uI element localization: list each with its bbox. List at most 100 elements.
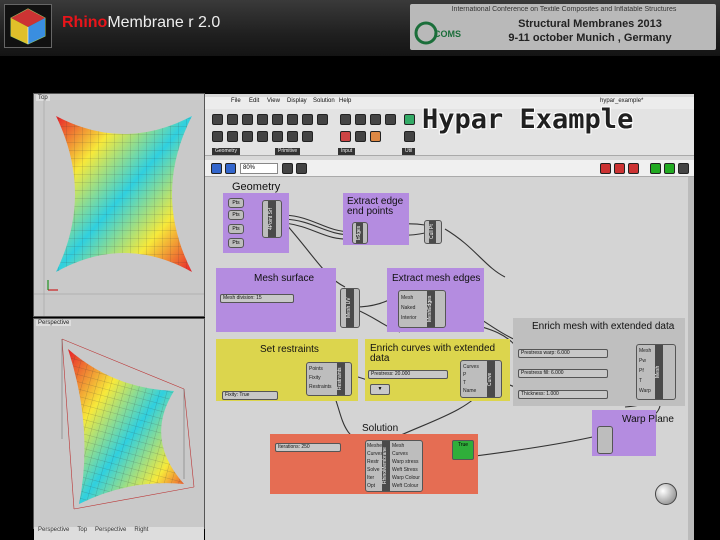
output-port[interactable]: Mesh [392,443,404,449]
menu-file[interactable]: File [231,98,241,104]
four-point-surface-component[interactable]: 4Point Srf [262,200,282,238]
input-port[interactable]: Name [463,388,476,394]
enrich-curves-component[interactable]: Curves P T Name Curve [460,360,502,398]
input-port[interactable]: Opt [367,483,375,489]
output-port[interactable]: Warp stress [392,459,418,465]
ribbon-icon[interactable] [242,114,253,125]
input-port[interactable]: Warp [639,388,651,394]
input-port[interactable]: Points [309,366,323,372]
mesh-edges-component[interactable]: Mesh Naked Interior MeshEdges [398,290,446,328]
input-port[interactable]: Restr [367,459,379,465]
enrich-mesh-component[interactable]: Mesh Pw Pf T Warp Mesh [636,344,676,400]
ribbon-icon[interactable] [404,131,415,142]
mesh-division-slider[interactable]: Mesh division: 15 [220,294,294,303]
input-port[interactable]: Fixity [309,375,321,381]
point-param[interactable]: Pts [228,238,244,248]
output-port[interactable]: Naked [401,305,415,311]
preview-icon[interactable] [664,163,675,174]
menu-view[interactable]: View [267,98,280,104]
ribbon-tab-primitive[interactable]: Primitive [275,148,301,155]
ribbon-icon[interactable] [355,114,366,125]
ribbon-icon[interactable] [227,114,238,125]
rhinomembrane-solver-component[interactable]: Meshes Curves Restr Solve Iter Opt Rhino… [365,440,423,492]
ribbon-icon[interactable] [370,131,381,142]
ribbon-icon[interactable] [302,114,313,125]
boolean-toggle[interactable]: True [452,440,474,460]
input-port[interactable]: Iter [367,475,374,481]
ribbon-icon[interactable] [287,114,298,125]
prestress-fill-slider[interactable]: Prestress fill: 6.000 [518,369,608,378]
preview-icon[interactable] [678,163,689,174]
menu-solution[interactable]: Solution [313,98,335,104]
curve-prestress-slider[interactable]: Prestress: 20.000 [368,370,448,379]
zoom-level-field[interactable]: 80% [240,163,278,174]
value-list[interactable]: ▼ [370,384,390,395]
output-port[interactable]: Weft Stress [392,467,418,473]
ribbon-icon[interactable] [404,114,415,125]
input-port[interactable]: Solve [367,467,380,473]
point-param[interactable]: Pts [228,198,244,208]
ribbon-icon[interactable] [340,114,351,125]
ribbon-icon[interactable] [272,114,283,125]
ribbon-icon[interactable] [227,131,238,142]
edges-component[interactable]: Edges [352,222,368,244]
plane-param[interactable] [597,426,613,454]
preview-icon[interactable] [650,163,661,174]
output-port[interactable]: Curves [392,451,408,457]
ribbon-icon[interactable] [355,131,366,142]
ribbon-icon[interactable] [212,131,223,142]
iterations-slider[interactable]: Iterations: 250 [275,443,341,452]
input-port[interactable]: T [463,380,466,386]
input-port[interactable]: Mesh [639,348,651,354]
save-file-icon[interactable] [225,163,236,174]
toolbar-icon[interactable] [282,163,293,174]
prestress-warp-slider[interactable]: Prestress warp: 6.000 [518,349,608,358]
preview-icon[interactable] [614,163,625,174]
open-file-icon[interactable] [211,163,222,174]
fixity-toggle[interactable]: Fixity: True [222,391,278,400]
rhino-perspective-viewport[interactable]: Perspective [33,318,205,529]
ribbon-tab-util[interactable]: Util [402,148,416,155]
ribbon-icon[interactable] [340,131,351,142]
point-param[interactable]: Pts [228,224,244,234]
viewport-tab[interactable]: Perspective [95,527,126,533]
viewport-tab[interactable]: Perspective [38,527,69,533]
menu-edit[interactable]: Edit [249,98,259,104]
menu-display[interactable]: Display [287,98,307,104]
ribbon-icon[interactable] [257,114,268,125]
input-port[interactable]: T [639,378,642,384]
ribbon-icon[interactable] [212,114,223,125]
ribbon-tab-input[interactable]: Input [338,148,356,155]
preview-icon[interactable] [628,163,639,174]
viewport-tab[interactable]: Top [77,527,87,533]
toolbar-icon[interactable] [296,163,307,174]
cull-points-component[interactable]: Cull Pt [424,220,442,244]
rhino-top-viewport[interactable]: Top [33,93,205,317]
ribbon-icon[interactable] [257,131,268,142]
preview-icon[interactable] [600,163,611,174]
viewport-tab[interactable]: Right [134,527,148,533]
point-param[interactable]: Pts [228,210,244,220]
menu-help[interactable]: Help [339,98,351,104]
ribbon-icon[interactable] [385,114,396,125]
restraints-component[interactable]: Points Fixity Restraints Restraints [306,362,352,396]
ribbon-icon[interactable] [287,131,298,142]
canvas-navigation-widget[interactable] [655,483,677,505]
canvas-scrollbar[interactable] [688,177,694,540]
thickness-slider[interactable]: Thickness: 1.000 [518,390,608,399]
input-port[interactable]: Pw [639,358,646,364]
input-port[interactable]: Curves [367,451,383,457]
ribbon-icon[interactable] [272,131,283,142]
output-port[interactable]: Mesh [401,295,413,301]
input-port[interactable]: P [463,372,466,378]
output-port[interactable]: Weft Colour [392,483,418,489]
output-port[interactable]: Interior [401,315,417,321]
mesh-uv-component[interactable]: Mesh UV [340,288,360,328]
output-port[interactable]: Warp Colour [392,475,420,481]
input-port[interactable]: Restraints [309,384,332,390]
input-port[interactable]: Pf [639,368,644,374]
ribbon-icon[interactable] [370,114,381,125]
ribbon-icon[interactable] [317,114,328,125]
input-port[interactable]: Curves [463,364,479,370]
ribbon-tab-geometry[interactable]: Geometry [212,148,240,155]
